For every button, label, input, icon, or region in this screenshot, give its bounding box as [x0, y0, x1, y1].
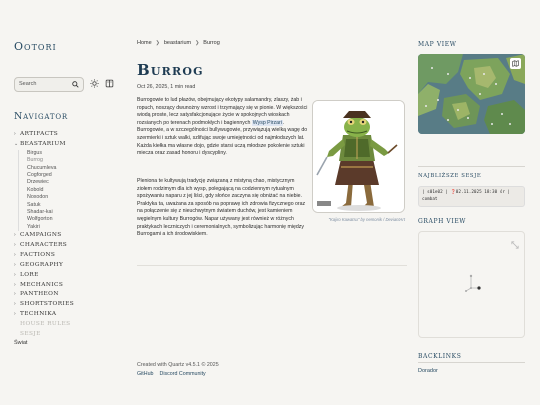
nav-subitem-burrog[interactable]: Burrog	[27, 157, 114, 164]
right-sidebar: Map View Najbliższe sesje | s01e02 |	[418, 0, 528, 405]
breadcrumb-home[interactable]: Home	[137, 40, 152, 46]
burrog-illustration	[312, 100, 405, 213]
nav-item-label: Artifacts	[20, 131, 59, 137]
nav-item-label: House rules	[20, 321, 71, 328]
chevron-right-icon: ❯	[155, 40, 160, 46]
page-meta: Oct 26, 2025, 1 min read	[137, 84, 196, 90]
nav-item-label: Campaigns	[20, 232, 62, 239]
search-row: Search	[14, 75, 114, 93]
nav-subitem-wolfgorton[interactable]: Wolfgorton	[27, 216, 114, 223]
nav-item-mechanics[interactable]: › Mechanics	[14, 281, 114, 289]
nav-item-factions[interactable]: › Factions	[14, 251, 114, 259]
nav-item-technika[interactable]: › Technika	[14, 310, 114, 318]
breadcrumb-beastarium[interactable]: beastarium	[164, 40, 191, 46]
sessions-title: Najbliższe sesje	[418, 173, 482, 179]
nav-item-swiat[interactable]: Świat	[14, 340, 114, 346]
nav-subitem-yakiri[interactable]: Yakiri	[27, 224, 114, 231]
main-content: Home ❯ beastarium ❯ Burrog Burrog Oct 26…	[137, 0, 407, 405]
search-input[interactable]: Search	[14, 75, 84, 93]
nav-item-label: Mechanics	[20, 281, 64, 288]
nav-item-label: Technika	[20, 311, 57, 318]
expand-icon[interactable]	[511, 236, 519, 254]
nav-item-label: Lore	[20, 271, 39, 278]
nav-item-characters[interactable]: › Characters	[14, 241, 114, 249]
page-title: Burrog	[137, 61, 204, 79]
article-body: Burrogowie to lud płazów, obejmujący eko…	[137, 97, 308, 162]
nav-item-campaigns[interactable]: › Campaigns	[14, 231, 114, 239]
beastarium-sublist: Birgus Burrog Chucumleva Cogforged Drzew…	[18, 149, 114, 232]
nav-item-lore[interactable]: › Lore	[14, 271, 114, 279]
search-label: Search	[19, 81, 37, 87]
nav-item-shortstories[interactable]: › Shortstories	[14, 300, 114, 308]
footer-links: GitHub Discord Community	[137, 371, 206, 377]
graph-view[interactable]	[418, 231, 525, 338]
backlinks-title: Backlinks	[418, 353, 462, 360]
nav-subitem-shadar-kai[interactable]: Shadar-kai	[27, 209, 114, 216]
nav-subitem-cogforged[interactable]: Cogforged	[27, 172, 114, 179]
nav-list: › Artifacts ⌄ Beastarium Birgus Burrog C…	[14, 130, 114, 338]
image-caption: "Kajiro Kawatsu" by nemonik / DeviantArt	[328, 217, 405, 222]
breadcrumb: Home ❯ beastarium ❯ Burrog	[137, 40, 220, 46]
paragraph-2: Pleniona te kultywują tradycję związaną …	[137, 178, 306, 238]
map-view-title: Map View	[418, 41, 457, 48]
nav-subitem-drzewiec[interactable]: Drzewiec	[27, 179, 114, 186]
nav-subitem-satuk[interactable]: Satuk	[27, 202, 114, 209]
nav-subitem-kobold[interactable]: Kobold	[27, 187, 114, 194]
backlink-dorador[interactable]: Dorador	[418, 368, 438, 374]
right-divider	[418, 166, 525, 167]
nav-item-beastarium[interactable]: ⌄ Beastarium	[14, 140, 114, 148]
nav-item-label: Factions	[20, 251, 56, 258]
graph-view-title: Graph View	[418, 218, 467, 225]
chevron-right-icon: ❯	[195, 40, 200, 46]
navigator-title: Navigator	[14, 111, 68, 122]
left-sidebar: Ootori Search Navigator › Artifacts ⌄ Be…	[0, 0, 128, 405]
footer-link-github[interactable]: GitHub	[137, 371, 154, 377]
paragraph-1: Burrogowie to lud płazów, obejmujący eko…	[137, 97, 308, 158]
breadcrumb-current: Burrog	[203, 40, 220, 46]
nav-subitem-chucumleva[interactable]: Chucumleva	[27, 165, 114, 172]
map-view[interactable]	[418, 54, 525, 134]
nav-subitem-birgus[interactable]: Birgus	[27, 150, 114, 157]
content-divider	[137, 265, 407, 266]
nav-item-geography[interactable]: › Geography	[14, 261, 114, 269]
search-icon	[72, 75, 79, 93]
nav-item-artifacts[interactable]: › Artifacts	[14, 130, 114, 138]
nav-item-label: Geography	[20, 261, 64, 268]
nav-subitem-noxodon[interactable]: Noxodon	[27, 194, 114, 201]
nav-item-label: Sesje	[20, 330, 41, 337]
nav-item-label: Shortstories	[20, 301, 75, 308]
nav-item-label: Beastarium	[20, 140, 66, 147]
link-wysp-pirzari[interactable]: Wysp Pirzari	[251, 119, 283, 126]
book-icon[interactable]	[105, 75, 114, 93]
footer-link-discord[interactable]: Discord Community	[160, 371, 206, 377]
nav-item-pantheon[interactable]: › Pantheon	[14, 290, 114, 298]
site-title[interactable]: Ootori	[14, 40, 114, 53]
nav-item-label: Characters	[20, 241, 68, 248]
footer-created: Created with Quartz v4.5.1 © 2025	[137, 362, 219, 368]
nav-item-sesje[interactable]: Sesje	[14, 330, 114, 338]
map-icon[interactable]	[510, 58, 521, 69]
backlinks-divider	[418, 362, 525, 363]
sessions-table: | s01e02 | ❓02.11.2025 18:30 śr | combat	[418, 186, 525, 207]
nav-item-house-rules[interactable]: House rules	[14, 320, 114, 328]
sun-icon[interactable]	[90, 75, 99, 93]
nav-item-label: Pantheon	[20, 291, 59, 298]
